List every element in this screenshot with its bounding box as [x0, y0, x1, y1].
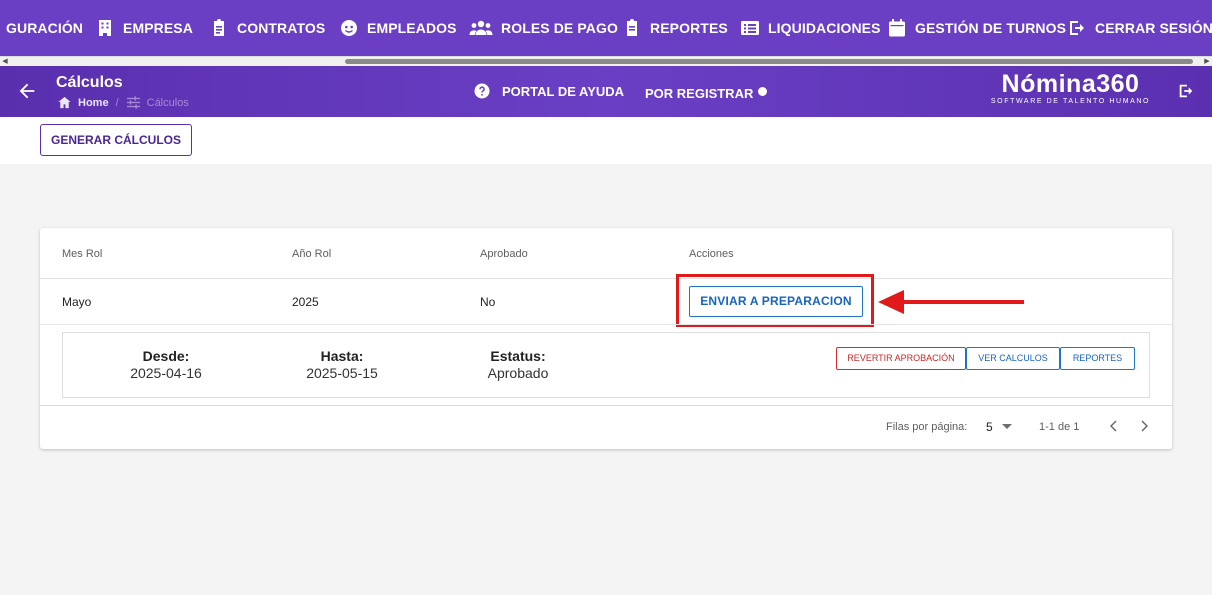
- list-icon: [740, 18, 760, 38]
- column-header-anio-rol[interactable]: Año Rol: [292, 248, 331, 260]
- reports-button[interactable]: REPORTES: [1060, 347, 1135, 370]
- detail-desde-label: Desde:: [142, 348, 190, 364]
- page-title: Cálculos: [56, 74, 123, 91]
- logo-subtitle: SOFTWARE DE TALENTO HUMANO: [990, 98, 1151, 105]
- app-header: Cálculos Home / Cálculos PORTAL DE AYUDA…: [0, 66, 1212, 117]
- cell-anio-rol: 2025: [292, 295, 319, 309]
- logout-icon: [1067, 18, 1087, 38]
- nav-item-cerrar-sesion[interactable]: CERRAR SESIÓN: [1067, 0, 1212, 56]
- pagination-range: 1-1 de 1: [1039, 421, 1080, 433]
- view-calculations-button[interactable]: VER CALCULOS: [966, 347, 1060, 370]
- detail-desde: Desde: 2025-04-16: [107, 348, 225, 381]
- detail-estatus-value: Aprobado: [487, 365, 549, 381]
- column-header-mes-rol[interactable]: Mes Rol: [62, 248, 102, 260]
- people-icon: [468, 18, 493, 38]
- generate-calculations-button[interactable]: GENERAR CÁLCULOS: [40, 124, 192, 156]
- help-portal-link[interactable]: PORTAL DE AYUDA: [474, 83, 624, 99]
- breadcrumb: Home / Cálculos: [57, 95, 189, 110]
- building-icon: [95, 18, 115, 38]
- rows-per-page-select[interactable]: 5: [986, 420, 993, 434]
- tune-icon: [126, 96, 140, 109]
- calendar-icon: [887, 18, 907, 38]
- nav-item-configuracion[interactable]: GURACIÓN: [6, 0, 83, 56]
- nomina360-logo: Nómina360 SOFTWARE DE TALENTO HUMANO: [988, 71, 1153, 106]
- rows-per-page-label: Filas por página:: [886, 421, 968, 433]
- horizontal-scrollbar[interactable]: ◀ ▶: [0, 56, 1212, 66]
- scroll-left-icon[interactable]: ◀: [0, 58, 10, 66]
- nav-item-label: EMPRESA: [123, 20, 193, 36]
- nav-item-contratos[interactable]: CONTRATOS: [209, 0, 325, 56]
- nav-item-empresa[interactable]: EMPRESA: [95, 0, 193, 56]
- breadcrumb-home[interactable]: Home: [78, 97, 109, 109]
- logo-main-text: Nómina360: [1001, 70, 1140, 98]
- column-header-acciones: Acciones: [689, 248, 734, 260]
- scroll-right-icon[interactable]: ▶: [1202, 58, 1212, 66]
- detail-hasta: Hasta: 2025-05-15: [283, 348, 401, 381]
- dropdown-caret-icon[interactable]: [1002, 424, 1012, 429]
- logout-icon[interactable]: [1177, 82, 1197, 102]
- nav-item-label: EMPLEADOS: [367, 20, 457, 36]
- annotation-highlight-box: [676, 274, 874, 327]
- pending-register-link[interactable]: POR REGISTRAR: [645, 86, 768, 101]
- annotation-arrow-icon: [878, 290, 1024, 314]
- revert-approval-button[interactable]: REVERTIR APROBACIÓN: [836, 347, 966, 370]
- column-header-aprobado[interactable]: Aprobado: [480, 248, 528, 260]
- nav-item-reportes[interactable]: REPORTES: [622, 0, 728, 56]
- detail-estatus: Estatus: Aprobado: [459, 348, 577, 381]
- chevron-right-icon[interactable]: [1136, 418, 1152, 434]
- nav-item-empleados[interactable]: EMPLEADOS: [339, 0, 457, 56]
- nav-item-label: GURACIÓN: [6, 20, 84, 36]
- calculations-table-card: Mes Rol Año Rol Aprobado Acciones Mayo 2…: [40, 228, 1172, 449]
- detail-estatus-label: Estatus:: [490, 348, 546, 364]
- help-icon: [474, 83, 490, 99]
- nav-item-gestion-de-turnos[interactable]: GESTIÓN DE TURNOS: [887, 0, 1066, 56]
- nav-item-label: GESTIÓN DE TURNOS: [915, 20, 1067, 36]
- nav-item-roles-de-pago[interactable]: ROLES DE PAGO: [468, 0, 618, 56]
- pending-register-label: POR REGISTRAR: [645, 86, 754, 101]
- detail-hasta-label: Hasta:: [320, 348, 364, 364]
- back-arrow-icon[interactable]: [16, 80, 40, 104]
- report-icon: [622, 18, 642, 38]
- cell-mes-rol: Mayo: [62, 295, 92, 309]
- clipboard-icon: [209, 18, 229, 38]
- header-divider: [40, 278, 1172, 279]
- nav-item-label: LIQUIDACIONES: [768, 20, 881, 36]
- nav-item-liquidaciones[interactable]: LIQUIDACIONES: [740, 0, 881, 56]
- face-icon: [339, 18, 359, 38]
- help-portal-label: PORTAL DE AYUDA: [502, 83, 625, 99]
- breadcrumb-current: Cálculos: [146, 96, 189, 109]
- nav-item-label: CONTRATOS: [237, 20, 326, 36]
- breadcrumb-separator: /: [115, 96, 119, 109]
- nav-item-label: CERRAR SESIÓN: [1095, 20, 1212, 36]
- nav-item-label: REPORTES: [650, 20, 728, 36]
- detail-hasta-value: 2025-05-15: [306, 365, 378, 381]
- nav-item-label: ROLES DE PAGO: [501, 20, 618, 36]
- detail-desde-value: 2025-04-16: [130, 365, 202, 381]
- scrollbar-thumb[interactable]: [345, 59, 1193, 64]
- row-divider: [40, 324, 1172, 325]
- cell-aprobado: No: [480, 295, 496, 309]
- row-detail-panel: Desde: 2025-04-16 Hasta: 2025-05-15 Esta…: [62, 332, 1150, 398]
- status-dot: [758, 87, 768, 96]
- home-icon: [58, 96, 71, 109]
- chevron-left-icon[interactable]: [1106, 418, 1122, 434]
- top-navigation: GURACIÓN EMPRESA CONTRATOS EMPLEADOS ROL…: [0, 0, 1212, 56]
- footer-divider: [40, 405, 1172, 406]
